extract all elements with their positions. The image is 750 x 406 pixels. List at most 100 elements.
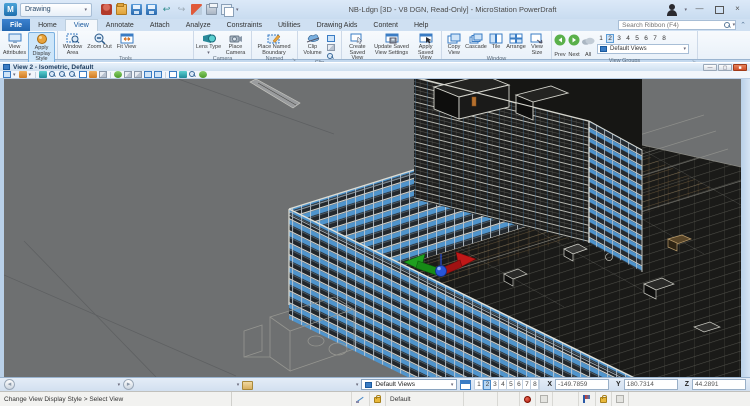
view-setup-icon[interactable] (199, 71, 207, 78)
fit-view-icon[interactable] (79, 71, 87, 78)
view-window-toggle-1[interactable]: 1 (475, 380, 483, 390)
view-window-toggle-7[interactable]: 7 (523, 380, 531, 390)
pan-view-icon[interactable] (99, 71, 107, 78)
previous-view-group-button[interactable]: Prev (553, 32, 567, 58)
z-coordinate-input[interactable] (692, 379, 746, 390)
restore-button[interactable] (712, 4, 725, 15)
walk-icon[interactable] (114, 71, 122, 78)
display-style-menu-icon[interactable] (19, 71, 27, 78)
view-toggle-3[interactable]: 3 (615, 34, 623, 43)
clip-mask-icon[interactable] (169, 71, 177, 78)
view-window-titlebar[interactable]: View 2 - Isometric, Default — ▢ ■ (0, 62, 750, 71)
update-saved-view-settings-button[interactable]: Update Saved View Settings (372, 32, 412, 56)
forward-history-chevron-icon[interactable]: ▾ (237, 382, 240, 388)
close-button[interactable]: × (731, 4, 744, 15)
open-file-icon[interactable] (116, 4, 127, 15)
place-camera-button[interactable]: Place Camera (222, 32, 249, 56)
qat-more-icon[interactable]: ▾ (236, 7, 239, 13)
view-toggle-2[interactable]: 2 (606, 34, 614, 43)
place-named-boundary-button[interactable]: Place Named Boundary (253, 32, 295, 56)
window-area-icon[interactable] (69, 71, 77, 78)
level-lock-cell[interactable] (370, 392, 386, 406)
tab-utilities[interactable]: Utilities (270, 19, 309, 31)
apply-saved-view-button[interactable]: Apply Saved View (411, 32, 440, 62)
pin-icon[interactable] (191, 4, 202, 15)
minimize-button[interactable]: — (693, 4, 706, 15)
copy-view-button[interactable]: Copy View (443, 32, 465, 56)
x-coordinate-input[interactable] (555, 379, 609, 390)
view-size-button[interactable]: View Size (527, 32, 547, 56)
clip-back-icon[interactable] (327, 44, 335, 51)
zoom-out-icon[interactable] (59, 71, 67, 78)
active-level-cell[interactable]: Default (386, 392, 464, 406)
zoom-out-button[interactable]: Zoom Out (86, 32, 113, 51)
view-group-dropdown[interactable]: Default Views ▾ (597, 44, 689, 54)
fit-view-button[interactable]: Fit View (113, 32, 140, 51)
tab-help[interactable]: Help (406, 19, 436, 31)
tab-analyze[interactable]: Analyze (178, 19, 219, 31)
tab-content[interactable]: Content (365, 19, 406, 31)
view-window-toggle-2[interactable]: 2 (483, 380, 491, 390)
view-previous-icon[interactable] (124, 71, 132, 78)
view-toggle-4[interactable]: 4 (624, 34, 632, 43)
view-attributes-menu-icon[interactable] (3, 71, 11, 78)
tab-annotate[interactable]: Annotate (98, 19, 142, 31)
tile-button[interactable]: Tile (487, 32, 505, 51)
zoom-in-icon[interactable] (49, 71, 57, 78)
active-view-group-select[interactable]: Default Views ▾ (361, 379, 457, 390)
collapse-ribbon-icon[interactable]: ⌃ (740, 21, 746, 29)
app-icon[interactable]: M (4, 3, 17, 16)
print-icon[interactable] (206, 4, 217, 15)
forward-button[interactable]: ▸ (123, 379, 134, 390)
arrange-button[interactable]: Arrange (505, 32, 527, 51)
search-ribbon-input[interactable] (619, 22, 723, 29)
message-center-cell[interactable] (520, 392, 536, 406)
view-window-toggle-6[interactable]: 6 (515, 380, 523, 390)
properties-icon[interactable] (221, 4, 232, 15)
view-close-button[interactable]: ■ (733, 64, 747, 71)
status-corner-cell[interactable] (612, 392, 629, 406)
view-window-toggle-8[interactable]: 8 (531, 380, 539, 390)
y-coordinate-input[interactable] (624, 379, 678, 390)
view-toggle-8[interactable]: 8 (660, 34, 668, 43)
view-toggle-7[interactable]: 7 (651, 34, 659, 43)
snap-mode-cell[interactable] (352, 392, 370, 406)
next-view-group-button[interactable]: Next (567, 32, 581, 58)
lens-type-button[interactable]: Lens Type ▾ (195, 32, 222, 56)
saved-view-icon[interactable] (179, 71, 187, 78)
navigate-icon[interactable] (189, 71, 197, 78)
view-frame-right[interactable] (741, 79, 750, 377)
back-button[interactable]: ◂ (4, 379, 15, 390)
create-saved-view-button[interactable]: Create Saved View (343, 32, 372, 62)
tab-drawing-aids[interactable]: Drawing Aids (309, 19, 366, 31)
view-restore-button[interactable]: ▢ (718, 64, 732, 71)
tab-home[interactable]: Home (30, 19, 65, 31)
clip-volume-icon[interactable] (154, 71, 162, 78)
tab-constraints[interactable]: Constraints (219, 19, 270, 31)
undo-icon[interactable]: ↩ (161, 4, 172, 15)
view-window-toggle-4[interactable]: 4 (499, 380, 507, 390)
window-area-button[interactable]: Window Area (59, 32, 86, 56)
view-toggle-1[interactable]: 1 (597, 34, 605, 43)
clip-front-icon[interactable] (327, 35, 335, 42)
view-next-icon[interactable] (134, 71, 142, 78)
view-window-toggle-5[interactable]: 5 (507, 380, 515, 390)
save-settings-icon[interactable] (146, 4, 157, 15)
clip-mask-icon[interactable] (327, 53, 335, 60)
view-window-toggle-3[interactable]: 3 (491, 380, 499, 390)
view-group-folder-icon[interactable] (242, 381, 253, 390)
rotate-view-icon[interactable] (89, 71, 97, 78)
tab-view[interactable]: View (65, 19, 98, 31)
view-minimize-button[interactable]: — (703, 64, 717, 71)
selection-set-cell[interactable] (536, 392, 553, 406)
copy-view-icon[interactable] (144, 71, 152, 78)
user-menu-chevron-icon[interactable]: ▾ (684, 7, 687, 13)
tab-attach[interactable]: Attach (142, 19, 178, 31)
flag-cell[interactable] (579, 392, 596, 406)
viewport-3d-model[interactable] (4, 79, 741, 377)
clip-volume-button[interactable]: Clip Volume (299, 32, 326, 56)
apply-display-style-button[interactable]: Apply Display Style (28, 32, 55, 64)
view-toggle-6[interactable]: 6 (642, 34, 650, 43)
workflow-selector[interactable]: Drawing ▾ (20, 3, 92, 17)
redo-icon[interactable]: ↪ (176, 4, 187, 15)
